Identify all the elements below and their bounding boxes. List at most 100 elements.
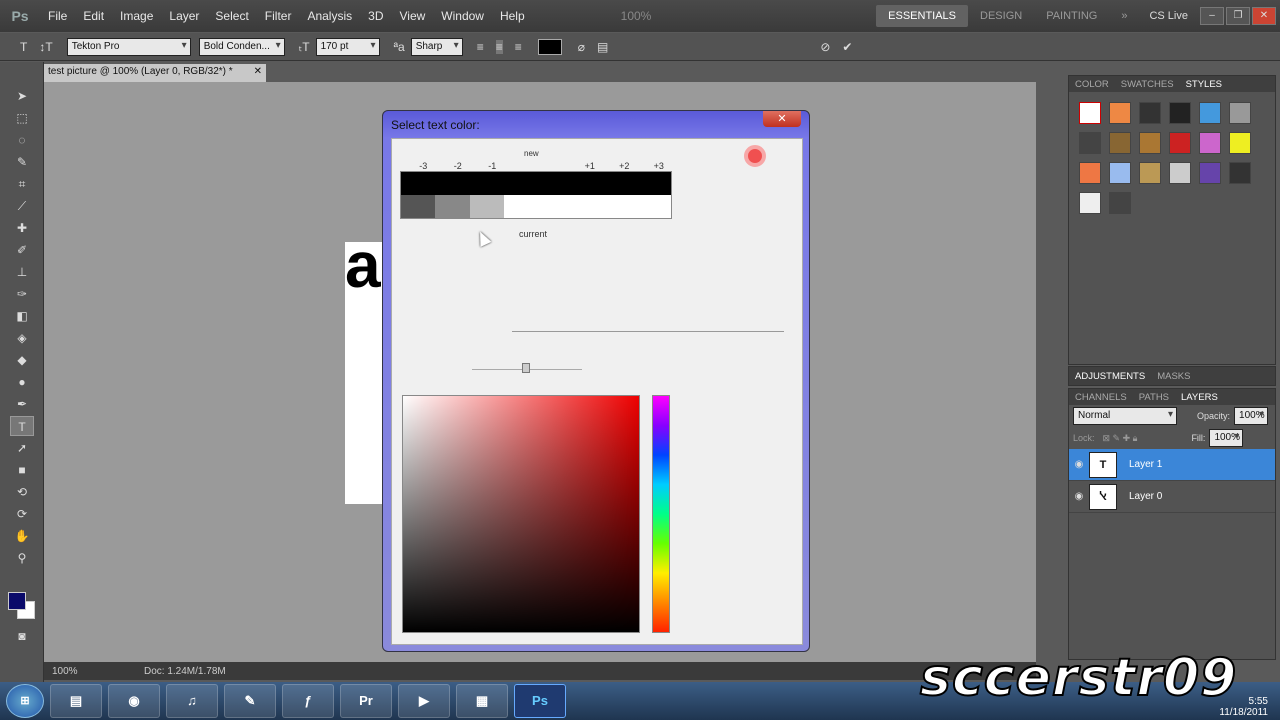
menu-analysis[interactable]: Analysis	[299, 9, 360, 23]
variation-swatch[interactable]	[469, 172, 505, 195]
tab-layers[interactable]: LAYERS	[1175, 392, 1224, 403]
dodge-tool-icon[interactable]: ●	[10, 372, 34, 392]
move-tool-icon[interactable]: ➤	[10, 86, 34, 106]
hand-tool-icon[interactable]: ✋	[10, 526, 34, 546]
dialog-close-button[interactable]: ✕	[763, 111, 801, 127]
style-swatch[interactable]	[1139, 102, 1161, 124]
variation-swatch[interactable]	[435, 172, 470, 195]
style-swatch[interactable]	[1199, 132, 1221, 154]
layer-row[interactable]: ◉ T Layer 1	[1069, 449, 1275, 481]
align-left-icon[interactable]: ≡	[477, 40, 484, 54]
variation-swatch[interactable]	[636, 195, 671, 218]
style-swatch[interactable]	[1109, 162, 1131, 184]
quick-mask-icon[interactable]: ◙	[10, 626, 34, 646]
style-swatch[interactable]	[1169, 162, 1191, 184]
restore-icon[interactable]: ❐	[1226, 7, 1250, 25]
style-swatch[interactable]	[1199, 162, 1221, 184]
menu-help[interactable]: Help	[492, 9, 533, 23]
cs-live-button[interactable]: CS Live	[1139, 10, 1198, 22]
taskbar-itunes[interactable]: ♫	[166, 684, 218, 718]
opacity-input[interactable]: 100%	[1234, 407, 1269, 425]
menu-view[interactable]: View	[391, 9, 433, 23]
variation-swatch[interactable]	[469, 195, 505, 218]
tab-adjustments[interactable]: ADJUSTMENTS	[1069, 371, 1151, 382]
crop-tool-icon[interactable]: ⌗	[10, 174, 34, 194]
style-swatch[interactable]	[1109, 132, 1131, 154]
taskbar-folder[interactable]: ▦	[456, 684, 508, 718]
menu-window[interactable]: Window	[433, 9, 492, 23]
toggle-orientation-icon[interactable]: ↕T	[39, 40, 52, 54]
tab-channels[interactable]: CHANNELS	[1069, 392, 1133, 403]
tab-paths[interactable]: PATHS	[1133, 392, 1175, 403]
style-swatch[interactable]	[1139, 132, 1161, 154]
zoom-tool-icon[interactable]: ⚲	[10, 548, 34, 568]
tab-color[interactable]: COLOR	[1069, 79, 1115, 90]
style-swatch[interactable]	[1229, 132, 1251, 154]
zoom-level-select[interactable]: 100%	[613, 9, 660, 23]
type-tool-icon[interactable]: T	[20, 40, 27, 54]
paint-bucket-tool-icon[interactable]: ◈	[10, 328, 34, 348]
eraser-tool-icon[interactable]: ◧	[10, 306, 34, 326]
font-style-select[interactable]: Bold Conden...	[198, 37, 285, 56]
type-tool-icon[interactable]: T	[10, 416, 34, 436]
character-panel-icon[interactable]: ▤	[597, 40, 608, 54]
style-swatch[interactable]	[1229, 162, 1251, 184]
taskbar-photoshop[interactable]: Ps	[514, 684, 566, 718]
taskbar-premiere[interactable]: Pr	[340, 684, 392, 718]
text-color-swatch[interactable]	[537, 38, 562, 55]
menu-edit[interactable]: Edit	[75, 9, 112, 23]
lock-icons[interactable]: ⊠ ✎ ✚ 🔒︎	[1103, 433, 1138, 444]
menu-image[interactable]: Image	[112, 9, 161, 23]
variation-swatch[interactable]	[401, 195, 436, 218]
taskbar-chrome[interactable]: ◉	[108, 684, 160, 718]
pen-tool-icon[interactable]: ✒	[10, 394, 34, 414]
blend-mode-select[interactable]: Normal	[1073, 407, 1177, 425]
minimize-icon[interactable]: –	[1200, 7, 1224, 25]
style-swatch[interactable]	[1109, 102, 1131, 124]
variation-swatch[interactable]	[567, 172, 602, 195]
clone-stamp-tool-icon[interactable]: ⊥	[10, 262, 34, 282]
style-none[interactable]	[1079, 102, 1101, 124]
variation-swatch[interactable]	[602, 172, 637, 195]
taskbar-explorer[interactable]: ▤	[50, 684, 102, 718]
variation-swatch[interactable]	[567, 195, 602, 218]
document-canvas[interactable]: a	[345, 242, 385, 504]
variation-swatch[interactable]	[435, 195, 470, 218]
menu-3d[interactable]: 3D	[360, 9, 391, 23]
hue-slider[interactable]	[652, 395, 670, 633]
font-family-select[interactable]: Tekton Pro	[66, 37, 191, 56]
more-workspaces-icon[interactable]: »	[1109, 10, 1139, 22]
slider-thumb[interactable]	[522, 363, 530, 373]
style-swatch[interactable]	[1109, 192, 1131, 214]
history-brush-tool-icon[interactable]: ✑	[10, 284, 34, 304]
color-swatches[interactable]	[8, 592, 36, 620]
workspace-painting[interactable]: PAINTING	[1034, 10, 1109, 22]
style-swatch[interactable]	[1079, 192, 1101, 214]
style-swatch[interactable]	[1169, 132, 1191, 154]
style-swatch[interactable]	[1079, 132, 1101, 154]
status-zoom[interactable]: 100%	[52, 666, 108, 677]
menu-filter[interactable]: Filter	[257, 9, 300, 23]
style-swatch[interactable]	[1169, 102, 1191, 124]
taskbar-media[interactable]: ▶	[398, 684, 450, 718]
document-tab[interactable]: test picture @ 100% (Layer 0, RGB/32*) *…	[44, 64, 266, 82]
close-icon[interactable]: ✕	[1252, 7, 1276, 25]
3d-orbit-tool-icon[interactable]: ⟳	[10, 504, 34, 524]
shape-tool-icon[interactable]: ■	[10, 460, 34, 480]
eyedropper-tool-icon[interactable]: ⟋	[10, 196, 34, 216]
commit-edit-icon[interactable]: ✔	[842, 40, 852, 54]
3d-rotate-tool-icon[interactable]: ⟲	[10, 482, 34, 502]
tab-styles[interactable]: STYLES	[1180, 79, 1228, 90]
brush-tool-icon[interactable]: ✐	[10, 240, 34, 260]
layer-row[interactable]: ◉ ﭏ Layer 0	[1069, 481, 1275, 513]
saturation-brightness-field[interactable]	[402, 395, 640, 633]
lasso-tool-icon[interactable]: ◌	[10, 130, 34, 150]
quick-select-tool-icon[interactable]: ✎	[10, 152, 34, 172]
align-right-icon[interactable]: ≡	[515, 40, 522, 54]
visibility-eye-icon[interactable]: ◉	[1069, 491, 1089, 502]
menu-layer[interactable]: Layer	[161, 9, 207, 23]
fill-input[interactable]: 100%	[1209, 429, 1244, 447]
style-swatch[interactable]	[1079, 162, 1101, 184]
menu-select[interactable]: Select	[207, 9, 256, 23]
workspace-essentials[interactable]: ESSENTIALS	[876, 5, 969, 27]
